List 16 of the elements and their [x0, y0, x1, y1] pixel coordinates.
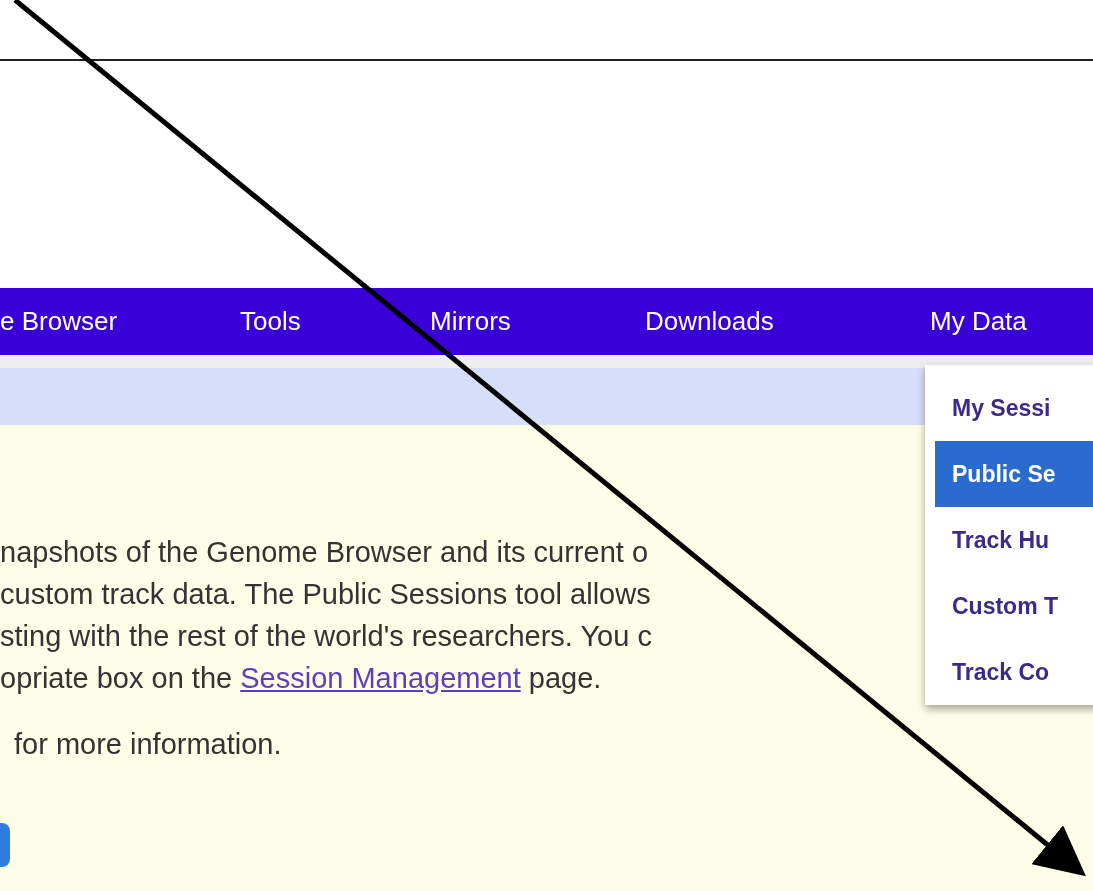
text-line: sting with the rest of the world's researchers. You c: [0, 619, 652, 654]
menu-item[interactable]: Track Co: [935, 639, 1093, 705]
more-info-text: for more information.: [13, 727, 282, 762]
nav-link[interactable]: My Data: [930, 302, 1090, 341]
nav-link[interactable]: Downloads: [645, 302, 930, 341]
text-line: opriate box on the Session Management page.: [0, 661, 602, 696]
menu-item[interactable]: My Sessi: [935, 375, 1093, 441]
menu-item[interactable]: Track Hu: [935, 507, 1093, 573]
text-line: custom track data. The Public Sessions tool allows: [0, 577, 651, 612]
text-line: napshots of the Genome Browser and its current o: [0, 535, 648, 570]
menu-item[interactable]: Public Se: [935, 441, 1093, 507]
menu-item[interactable]: Custom T: [935, 573, 1093, 639]
nav-link[interactable]: e Browser: [0, 302, 240, 341]
nav-link[interactable]: Mirrors: [430, 302, 645, 341]
nav-link[interactable]: Tools: [240, 302, 430, 341]
session-management-link[interactable]: Session Management: [240, 662, 521, 694]
